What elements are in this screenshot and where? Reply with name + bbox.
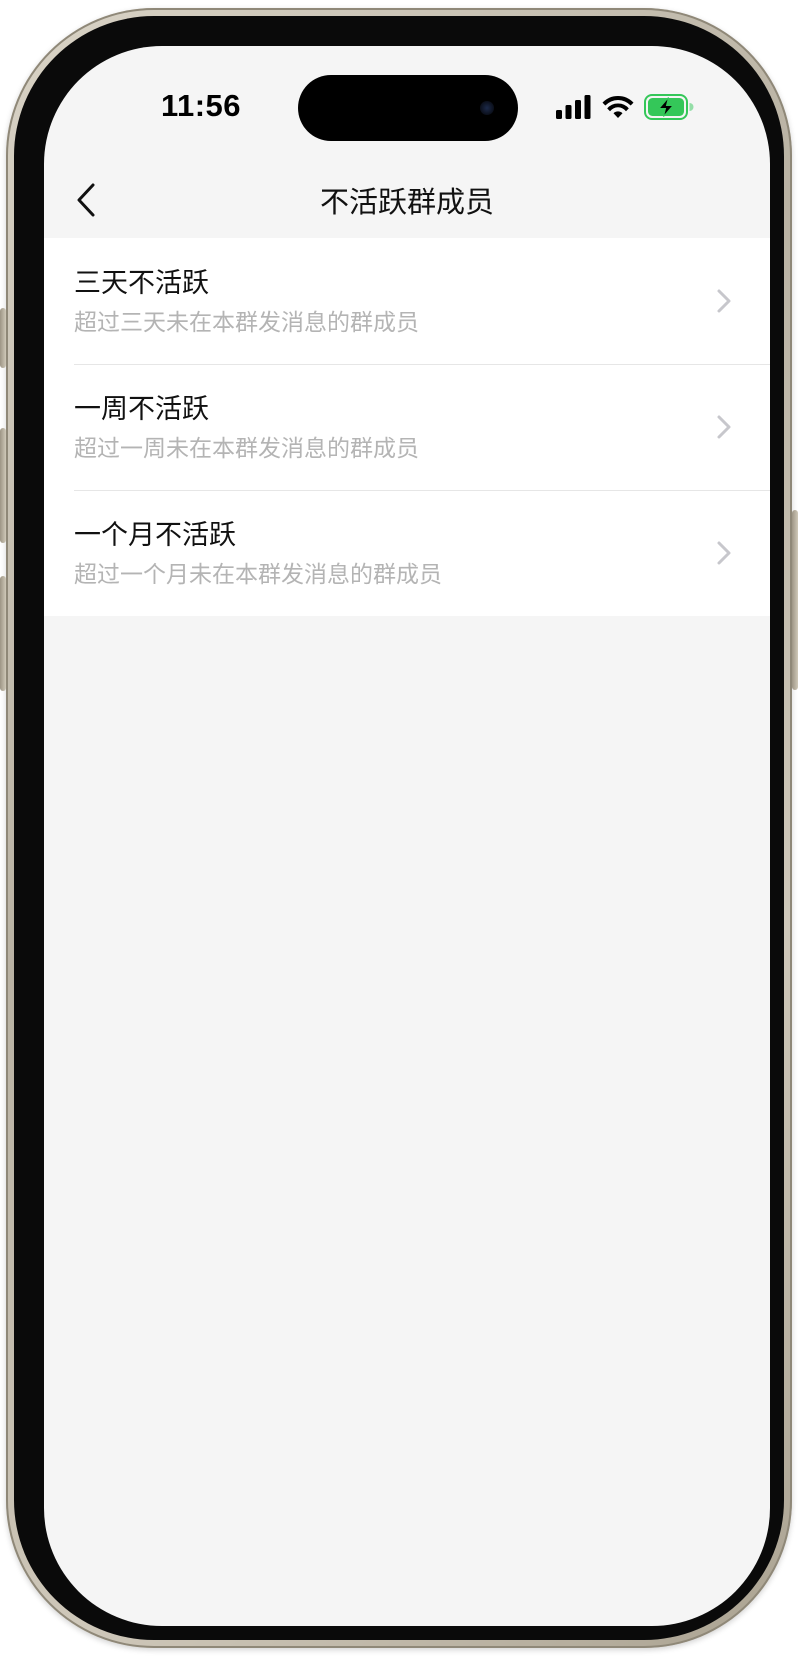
list-item-subtitle: 超过一个月未在本群发消息的群成员 [74,562,442,588]
phone-bezel: 11:56 不活跃群成员 三天不活跃 超过三天未在本群发消息的群成员 一周不活跃… [14,16,784,1640]
status-icons [556,92,694,126]
list-item-three-days[interactable]: 三天不活跃 超过三天未在本群发消息的群成员 [44,238,770,364]
list-item-subtitle: 超过三天未在本群发消息的群成员 [74,310,419,336]
status-time: 11:56 [160,88,242,123]
chevron-right-icon [714,286,734,316]
front-camera [480,101,494,115]
phone-frame: 11:56 不活跃群成员 三天不活跃 超过三天未在本群发消息的群成员 一周不活跃… [0,8,798,1648]
list-item-title: 一周不活跃 [74,394,209,425]
list-item-title: 一个月不活跃 [74,520,236,551]
navigation-bar: 不活跃群成员 [44,166,770,238]
dynamic-island [298,75,518,141]
screen: 11:56 不活跃群成员 三天不活跃 超过三天未在本群发消息的群成员 一周不活跃… [44,46,770,1626]
list-item-subtitle: 超过一周未在本群发消息的群成员 [74,436,419,462]
list-item-one-week[interactable]: 一周不活跃 超过一周未在本群发消息的群成员 [44,364,770,490]
inactive-filter-list: 三天不活跃 超过三天未在本群发消息的群成员 一周不活跃 超过一周未在本群发消息的… [44,238,770,616]
list-item-title: 三天不活跃 [74,268,209,299]
page-title: 不活跃群成员 [319,185,494,219]
power-button [792,510,798,690]
action-button [0,308,6,368]
chevron-right-icon [714,412,734,442]
volume-down-button [0,576,6,691]
chevron-right-icon [714,538,734,568]
wifi-icon [602,95,634,123]
list-item-one-month[interactable]: 一个月不活跃 超过一个月未在本群发消息的群成员 [44,490,770,616]
battery-charging-icon [644,94,694,124]
cellular-signal-icon [556,95,592,123]
status-bar: 11:56 [44,46,770,166]
volume-up-button [0,428,6,543]
